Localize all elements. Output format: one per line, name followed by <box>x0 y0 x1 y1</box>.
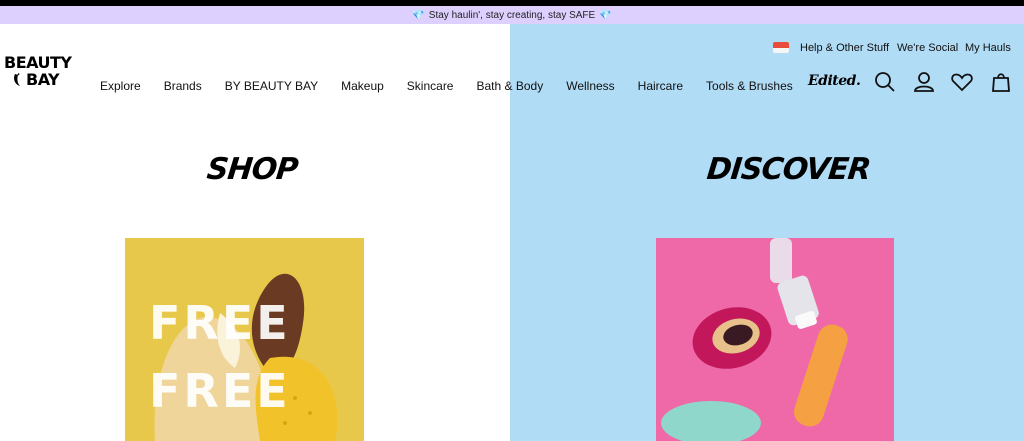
banana-icon <box>14 72 20 86</box>
main-nav: Explore Brands BY BEAUTY BAY Makeup Skin… <box>100 76 816 96</box>
promo-text: Stay haulin', stay creating, stay SAFE <box>428 9 596 21</box>
search-icon[interactable] <box>873 70 897 94</box>
hauls-link[interactable]: My Hauls <box>965 42 1011 54</box>
free-text-1: FREE <box>149 296 291 350</box>
flag-icon[interactable] <box>773 42 789 53</box>
social-link[interactable]: We're Social <box>897 42 958 54</box>
logo-line-1: BEAUTY <box>4 53 72 72</box>
beauty-bay-logo[interactable]: BEAUTY BAY <box>4 54 84 94</box>
shop-promo-tile[interactable]: FREE FREE <box>125 238 364 441</box>
nav-item-skincare[interactable]: Skincare <box>407 79 454 93</box>
edited-link[interactable]: Edited. <box>808 73 861 89</box>
nav-item-wellness[interactable]: Wellness <box>566 79 614 93</box>
help-link[interactable]: Help & Other Stuff <box>800 42 889 54</box>
free-text-2: FREE <box>149 364 291 418</box>
nav-item-by-beauty-bay[interactable]: BY BEAUTY BAY <box>225 79 318 93</box>
shop-heading[interactable]: SHOP <box>205 152 299 187</box>
nav-item-makeup[interactable]: Makeup <box>341 79 384 93</box>
nav-item-tools-brushes[interactable]: Tools & Brushes <box>706 79 793 93</box>
gem-icon-left: 💎 <box>412 9 425 21</box>
promo-banner[interactable]: 💎 Stay haulin', stay creating, stay SAFE… <box>0 6 1024 24</box>
discover-promo-tile[interactable] <box>656 238 894 441</box>
bag-icon[interactable] <box>989 70 1013 94</box>
nav-item-explore[interactable]: Explore <box>100 79 141 93</box>
gem-icon-right: 💎 <box>599 9 612 21</box>
logo-line-2: BAY <box>26 70 60 89</box>
discover-heading[interactable]: DISCOVER <box>705 152 872 187</box>
nav-item-brands[interactable]: Brands <box>164 79 202 93</box>
nav-item-bath-body[interactable]: Bath & Body <box>476 79 543 93</box>
nav-item-haircare[interactable]: Haircare <box>638 79 683 93</box>
wellness-products-illustration <box>656 238 894 441</box>
wishlist-icon[interactable] <box>950 70 974 94</box>
account-icon[interactable] <box>912 70 936 94</box>
